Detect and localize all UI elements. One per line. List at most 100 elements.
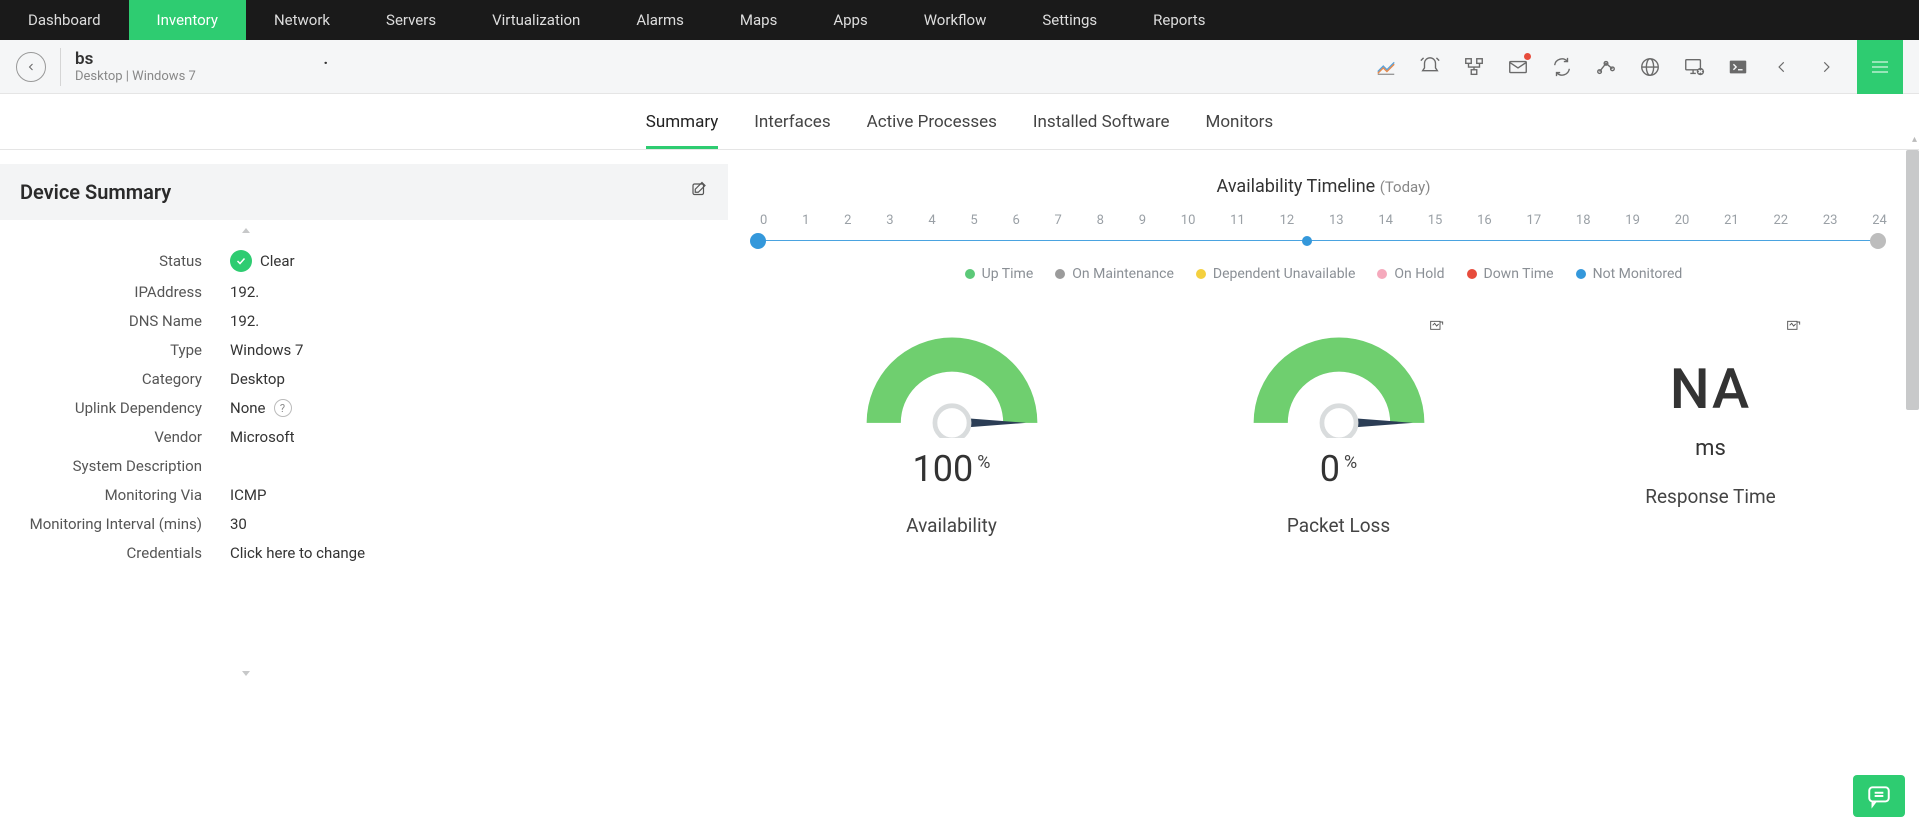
gauge-packet-loss: 0% Packet Loss bbox=[1239, 328, 1439, 537]
packetloss-unit: % bbox=[1344, 452, 1357, 473]
terminal-icon[interactable] bbox=[1717, 47, 1759, 87]
edit-icon[interactable] bbox=[690, 181, 708, 203]
hour-tick: 5 bbox=[970, 213, 977, 228]
hour-tick: 0 bbox=[760, 213, 767, 228]
hour-tick: 15 bbox=[1428, 213, 1443, 228]
row-vendor: Vendor Microsoft bbox=[20, 428, 708, 446]
help-icon[interactable]: ? bbox=[274, 399, 292, 417]
device-summary-panel: Device Summary Status Clear IPAddress 19… bbox=[0, 150, 728, 680]
refresh-icon[interactable] bbox=[1541, 47, 1583, 87]
notification-dot bbox=[1524, 53, 1531, 60]
hour-tick: 2 bbox=[844, 213, 851, 228]
globe-icon[interactable] bbox=[1629, 47, 1671, 87]
monitor-remove-icon[interactable] bbox=[1673, 47, 1715, 87]
hour-tick: 9 bbox=[1139, 213, 1146, 228]
hour-tick: 1 bbox=[802, 213, 809, 228]
gauge-response-time: NA ms Response Time bbox=[1626, 328, 1796, 508]
hour-tick: 19 bbox=[1625, 213, 1640, 228]
menu-button[interactable] bbox=[1857, 40, 1903, 94]
hour-tick: 10 bbox=[1181, 213, 1196, 228]
hour-tick: 22 bbox=[1773, 213, 1788, 228]
mail-icon[interactable] bbox=[1497, 47, 1539, 87]
legend-swatch bbox=[1377, 269, 1387, 279]
value-category: Desktop bbox=[230, 370, 285, 388]
nav-dashboard[interactable]: Dashboard bbox=[0, 0, 129, 40]
device-name: bs bbox=[75, 49, 93, 69]
nav-virtualization[interactable]: Virtualization bbox=[464, 0, 608, 40]
hour-tick: 23 bbox=[1823, 213, 1838, 228]
legend-label: Dependent Unavailable bbox=[1213, 266, 1355, 282]
legend-item: On Hold bbox=[1377, 266, 1444, 282]
timeline-line bbox=[764, 240, 1883, 241]
nav-maps[interactable]: Maps bbox=[712, 0, 805, 40]
timeline-marker[interactable] bbox=[1302, 236, 1312, 246]
hour-tick: 12 bbox=[1280, 213, 1295, 228]
label-status: Status bbox=[20, 252, 230, 270]
legend-swatch bbox=[965, 269, 975, 279]
history-icon[interactable] bbox=[1784, 318, 1802, 338]
value-dns: 192. bbox=[230, 312, 259, 330]
nav-apps[interactable]: Apps bbox=[805, 0, 895, 40]
hour-tick: 3 bbox=[886, 213, 893, 228]
legend-item: Down Time bbox=[1467, 266, 1554, 282]
label-monvia: Monitoring Via bbox=[20, 486, 230, 504]
chart-icon[interactable] bbox=[1365, 47, 1407, 87]
credentials-link[interactable]: Click here to change bbox=[230, 544, 365, 562]
device-header: bs . Desktop | Windows 7 bbox=[0, 40, 1919, 94]
gauges-row: 100% Availability 0% Packet Loss NA bbox=[758, 328, 1889, 537]
content-area: Device Summary Status Clear IPAddress 19… bbox=[0, 150, 1919, 680]
tab-installed-software[interactable]: Installed Software bbox=[1033, 112, 1170, 149]
legend-swatch bbox=[1055, 269, 1065, 279]
nav-settings[interactable]: Settings bbox=[1014, 0, 1125, 40]
tab-active-processes[interactable]: Active Processes bbox=[867, 112, 997, 149]
summary-rows: Status Clear IPAddress 192. DNS Name 192… bbox=[0, 220, 728, 583]
row-dns: DNS Name 192. bbox=[20, 312, 708, 330]
prev-device-button[interactable] bbox=[1761, 47, 1803, 87]
bell-icon[interactable] bbox=[1409, 47, 1451, 87]
scroll-up-handle[interactable] bbox=[240, 222, 252, 234]
tab-monitors[interactable]: Monitors bbox=[1206, 112, 1274, 149]
row-type: Type Windows 7 bbox=[20, 341, 708, 359]
next-device-button[interactable] bbox=[1805, 47, 1847, 87]
graph-icon[interactable] bbox=[1585, 47, 1627, 87]
tab-summary[interactable]: Summary bbox=[646, 112, 718, 149]
hour-tick: 18 bbox=[1576, 213, 1591, 228]
nav-reports[interactable]: Reports bbox=[1125, 0, 1233, 40]
row-status: Status Clear bbox=[20, 250, 708, 272]
nav-inventory[interactable]: Inventory bbox=[129, 0, 246, 40]
timeline-marker[interactable] bbox=[1870, 233, 1886, 249]
value-interval: 30 bbox=[230, 515, 247, 533]
responsetime-unit: ms bbox=[1626, 436, 1796, 461]
back-button[interactable] bbox=[16, 52, 46, 82]
legend-label: On Hold bbox=[1394, 266, 1444, 282]
chat-button[interactable] bbox=[1853, 775, 1905, 817]
timeline-hours: 0123456789101112131415161718192021222324 bbox=[758, 213, 1889, 228]
status-ok-icon bbox=[230, 250, 252, 272]
value-monvia: ICMP bbox=[230, 486, 266, 504]
timeline-track[interactable] bbox=[758, 234, 1889, 248]
scroll-down-handle[interactable] bbox=[240, 664, 252, 676]
device-title-block: bs . Desktop | Windows 7 bbox=[75, 49, 328, 84]
nav-network[interactable]: Network bbox=[246, 0, 358, 40]
availability-value: 100 bbox=[913, 448, 974, 490]
scrollbar-thumb[interactable] bbox=[1906, 150, 1919, 410]
top-nav: DashboardInventoryNetworkServersVirtuali… bbox=[0, 0, 1919, 40]
timeline-title-text: Availability Timeline bbox=[1217, 176, 1376, 197]
nav-workflow[interactable]: Workflow bbox=[896, 0, 1015, 40]
legend-swatch bbox=[1576, 269, 1586, 279]
legend-label: Up Time bbox=[982, 266, 1034, 282]
hour-tick: 13 bbox=[1329, 213, 1344, 228]
label-dns: DNS Name bbox=[20, 312, 230, 330]
network-icon[interactable] bbox=[1453, 47, 1495, 87]
legend-label: On Maintenance bbox=[1072, 266, 1174, 282]
tab-interfaces[interactable]: Interfaces bbox=[754, 112, 830, 149]
timeline-marker[interactable] bbox=[750, 233, 766, 249]
nav-servers[interactable]: Servers bbox=[358, 0, 464, 40]
scrollbar-up-arrow[interactable]: ▴ bbox=[1912, 134, 1917, 145]
row-sysdesc: System Description bbox=[20, 457, 708, 475]
row-uplink: Uplink Dependency None ? bbox=[20, 399, 708, 417]
value-vendor: Microsoft bbox=[230, 428, 295, 446]
legend-swatch bbox=[1196, 269, 1206, 279]
legend-label: Not Monitored bbox=[1593, 266, 1683, 282]
nav-alarms[interactable]: Alarms bbox=[608, 0, 712, 40]
